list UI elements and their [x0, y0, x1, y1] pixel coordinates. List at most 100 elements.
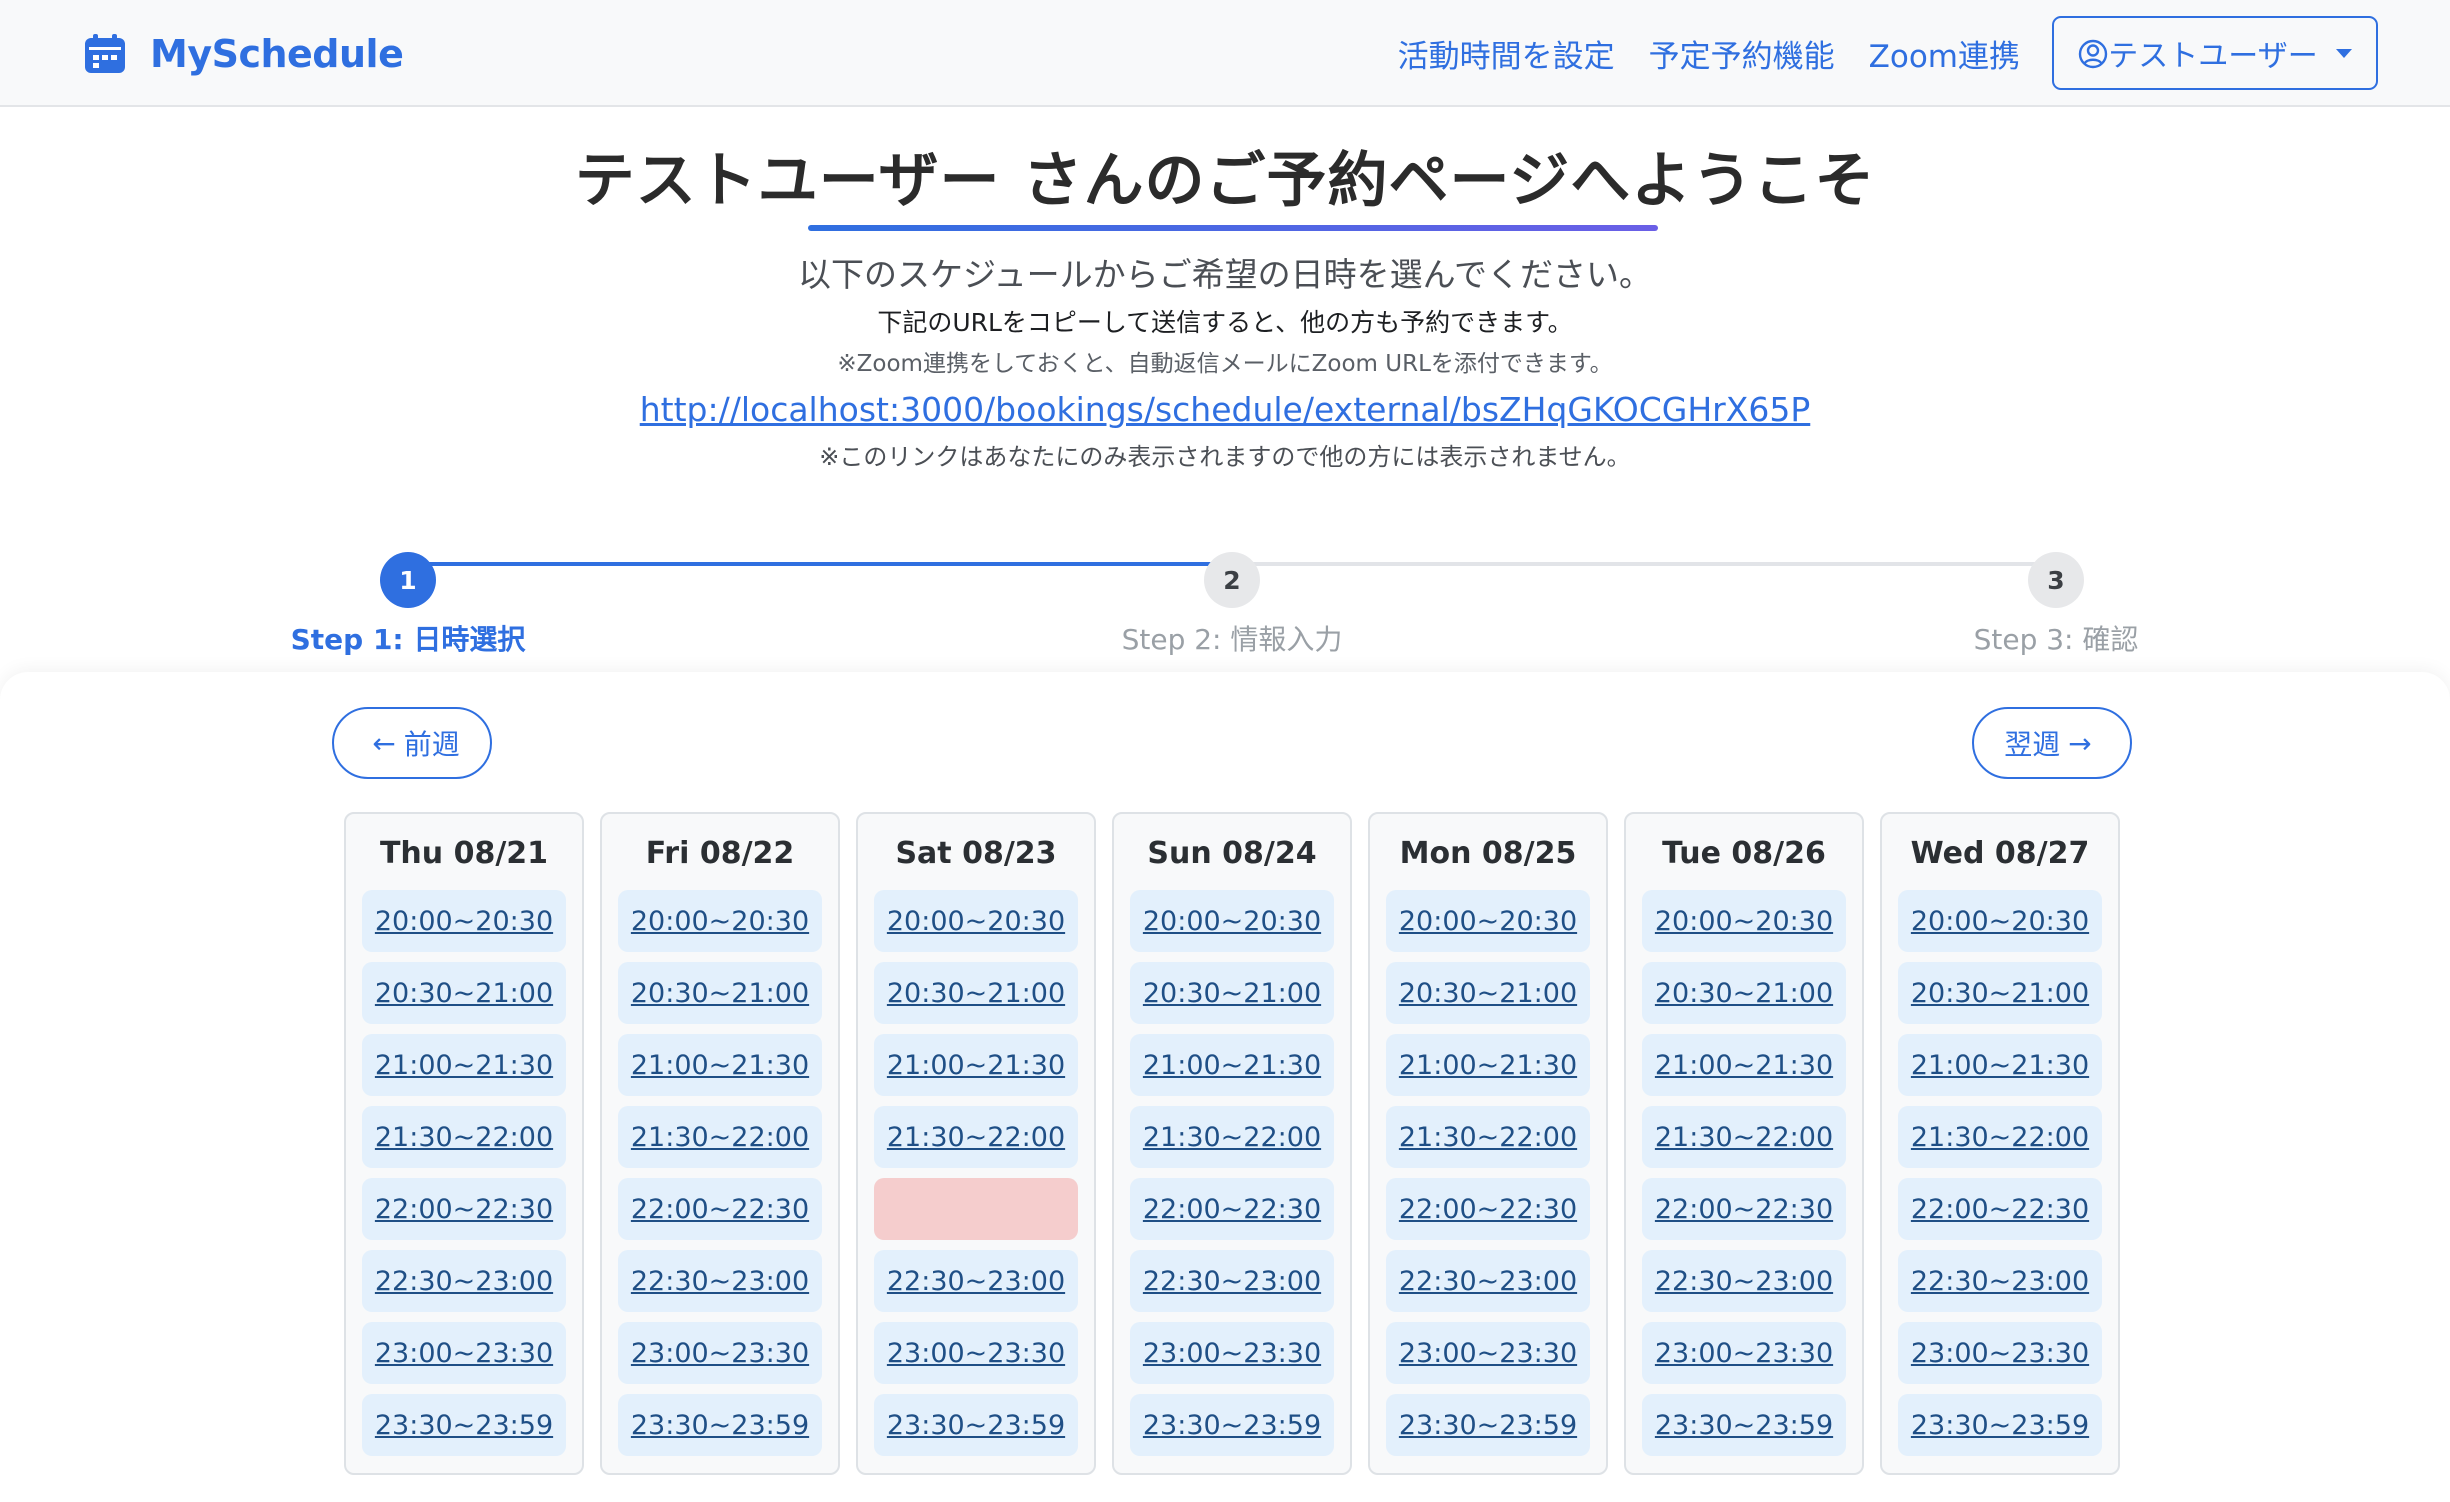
share-url-link[interactable]: http://localhost:3000/bookings/schedule/…: [0, 390, 2450, 429]
time-slot-link[interactable]: 23:00~23:30: [1130, 1322, 1334, 1384]
time-slot-link[interactable]: 23:00~23:30: [618, 1322, 822, 1384]
time-slot-link[interactable]: 23:00~23:30: [1386, 1322, 1590, 1384]
time-slot-link[interactable]: 20:00~20:30: [1386, 890, 1590, 952]
user-circle-icon: [2078, 36, 2108, 71]
link-visibility-note: ※このリンクはあなたにのみ表示されますので他の方には表示されません。: [819, 443, 1631, 471]
time-slot-link[interactable]: 21:30~22:00: [618, 1106, 822, 1168]
day-header: Mon 08/25: [1399, 836, 1577, 871]
time-slot-link[interactable]: 23:30~23:59: [1898, 1394, 2102, 1456]
step-2-circle: 2: [1204, 552, 1260, 608]
calendar-icon: [84, 34, 126, 74]
day-header: Fri 08/22: [645, 836, 795, 871]
time-slot-link[interactable]: 23:30~23:59: [874, 1394, 1078, 1456]
time-slot-link[interactable]: 21:00~21:30: [1642, 1034, 1846, 1096]
nav-link-activity-hours[interactable]: 活動時間を設定: [1398, 31, 1615, 76]
nav-link-booking-feature[interactable]: 予定予約機能: [1649, 31, 1835, 76]
user-menu-button[interactable]: テストユーザー: [2052, 16, 2378, 90]
nav-links: 活動時間を設定 予定予約機能 Zoom連携 テストユーザー: [1364, 16, 2378, 90]
time-slot-link[interactable]: 20:30~21:00: [1642, 962, 1846, 1024]
day-column: Tue 08/26 20:00~20:30 20:30~21:00 21:00~21:…: [1624, 812, 1864, 1475]
time-slot-link[interactable]: 23:00~23:30: [874, 1322, 1078, 1384]
time-slot-link[interactable]: 20:30~21:00: [1386, 962, 1590, 1024]
time-slot-link[interactable]: 23:30~23:59: [362, 1394, 566, 1456]
step-2-label: Step 2: 情報入力: [1121, 623, 1343, 656]
time-slot-link[interactable]: 22:30~23:00: [1386, 1250, 1590, 1312]
time-slot-link[interactable]: 23:30~23:59: [1642, 1394, 1846, 1456]
day-column: Wed 08/27 20:00~20:30 20:30~21:00 21:00~21:…: [1880, 812, 2120, 1475]
page-title: テストユーザー さんのご予約ページへようこそ: [574, 146, 1876, 216]
top-navbar: MySchedule 活動時間を設定 予定予約機能 Zoom連携 テストユーザー: [0, 0, 2450, 107]
time-slot-link[interactable]: 20:30~21:00: [618, 962, 822, 1024]
step-1-circle: 1: [380, 552, 436, 608]
brand-link[interactable]: MySchedule: [84, 30, 404, 78]
time-slot-link[interactable]: 23:00~23:30: [1898, 1322, 2102, 1384]
time-slot-link[interactable]: 21:00~21:30: [1386, 1034, 1590, 1096]
time-slot-link[interactable]: 23:00~23:30: [1642, 1322, 1846, 1384]
arrow-right-icon: →: [2068, 726, 2092, 760]
time-slot-link[interactable]: 20:30~21:00: [874, 962, 1078, 1024]
time-slot-link[interactable]: 20:30~21:00: [1898, 962, 2102, 1024]
time-slot-link[interactable]: 20:00~20:30: [1642, 890, 1846, 952]
time-slot-link[interactable]: 21:30~22:00: [1386, 1106, 1590, 1168]
time-slot-link[interactable]: 23:00~23:30: [362, 1322, 566, 1384]
caret-down-icon: [2335, 48, 2352, 58]
time-slot-link[interactable]: 21:00~21:30: [618, 1034, 822, 1096]
prev-week-label: 前週: [403, 728, 460, 761]
nav-link-zoom[interactable]: Zoom連携: [1869, 31, 2020, 76]
next-week-button[interactable]: 翌週 →: [1972, 707, 2132, 779]
time-slot-link[interactable]: 20:00~20:30: [1898, 890, 2102, 952]
zoom-note: ※Zoom連携をしておくと、自動返信メールにZoom URLを添付できます。: [837, 351, 1613, 377]
day-column: Mon 08/25 20:00~20:30 20:30~21:00 21:00~21:…: [1368, 812, 1608, 1475]
time-slot-link[interactable]: 23:30~23:59: [1130, 1394, 1334, 1456]
time-slot-link[interactable]: 22:30~23:00: [1642, 1250, 1846, 1312]
time-slot-link[interactable]: 22:30~23:00: [618, 1250, 822, 1312]
time-slot-link[interactable]: 21:00~21:30: [1898, 1034, 2102, 1096]
time-slot-link[interactable]: 22:00~22:30: [618, 1178, 822, 1240]
time-slot-link[interactable]: 21:30~22:00: [1898, 1106, 2102, 1168]
day-header: Sat 08/23: [895, 836, 1057, 871]
stepper-progress-line: [408, 562, 1232, 566]
time-slot-link[interactable]: 20:30~21:00: [362, 962, 566, 1024]
title-underline: [808, 225, 1658, 231]
step-3-circle: 3: [2028, 552, 2084, 608]
time-slot-link[interactable]: 20:00~20:30: [874, 890, 1078, 952]
time-slot-link[interactable]: 22:30~23:00: [1898, 1250, 2102, 1312]
prev-week-button[interactable]: ← 前週: [332, 707, 492, 779]
time-slot-link[interactable]: 23:30~23:59: [618, 1394, 822, 1456]
time-slot-link[interactable]: 20:00~20:30: [362, 890, 566, 952]
time-slot-link[interactable]: 21:30~22:00: [874, 1106, 1078, 1168]
arrow-left-icon: ←: [372, 726, 396, 760]
time-slot-link[interactable]: 22:00~22:30: [362, 1178, 566, 1240]
time-slot-link[interactable]: 23:30~23:59: [1386, 1394, 1590, 1456]
day-column: Fri 08/22 20:00~20:30 20:30~21:00 21:00~21:…: [600, 812, 840, 1475]
booked-time-slot: [874, 1178, 1078, 1240]
time-slot-link[interactable]: 20:00~20:30: [618, 890, 822, 952]
time-slot-link[interactable]: 21:00~21:30: [362, 1034, 566, 1096]
step-3-label: Step 3: 確認: [1973, 623, 2139, 656]
day-header: Wed 08/27: [1910, 836, 2090, 871]
day-header: Thu 08/21: [379, 836, 549, 871]
user-menu-label: テストユーザー: [2108, 39, 2318, 74]
time-slot-link[interactable]: 20:30~21:00: [1130, 962, 1334, 1024]
time-slot-link[interactable]: 22:30~23:00: [362, 1250, 566, 1312]
copy-url-note: 下記のURLをコピーして送信すると、他の方も予約できます。: [877, 308, 1573, 337]
time-slot-link[interactable]: 21:30~22:00: [1130, 1106, 1334, 1168]
time-slot-link[interactable]: 21:30~22:00: [1642, 1106, 1846, 1168]
brand-name: MySchedule: [150, 32, 404, 76]
time-slot-link[interactable]: 22:00~22:30: [1642, 1178, 1846, 1240]
time-slot-link[interactable]: 22:30~23:00: [1130, 1250, 1334, 1312]
time-slot-link[interactable]: 20:00~20:30: [1130, 890, 1334, 952]
time-slot-link[interactable]: 22:30~23:00: [874, 1250, 1078, 1312]
time-slot-link[interactable]: 21:30~22:00: [362, 1106, 566, 1168]
time-slot-link[interactable]: 22:00~22:30: [1130, 1178, 1334, 1240]
step-1-label: Step 1: 日時選択: [290, 623, 526, 656]
next-week-label: 翌週: [2004, 728, 2061, 761]
time-slot-link[interactable]: 22:00~22:30: [1898, 1178, 2102, 1240]
day-column: Sat 08/23 20:00~20:30 20:30~21:00 21:00~21:…: [856, 812, 1096, 1475]
time-slot-link[interactable]: 21:00~21:30: [1130, 1034, 1334, 1096]
time-slot-link[interactable]: 21:00~21:30: [874, 1034, 1078, 1096]
stepper-remaining-line: [1232, 562, 2056, 566]
day-column: Thu 08/21 20:00~20:30 20:30~21:00 21:00~21:…: [344, 812, 584, 1475]
day-column: Sun 08/24 20:00~20:30 20:30~21:00 21:00~21:…: [1112, 812, 1352, 1475]
time-slot-link[interactable]: 22:00~22:30: [1386, 1178, 1590, 1240]
